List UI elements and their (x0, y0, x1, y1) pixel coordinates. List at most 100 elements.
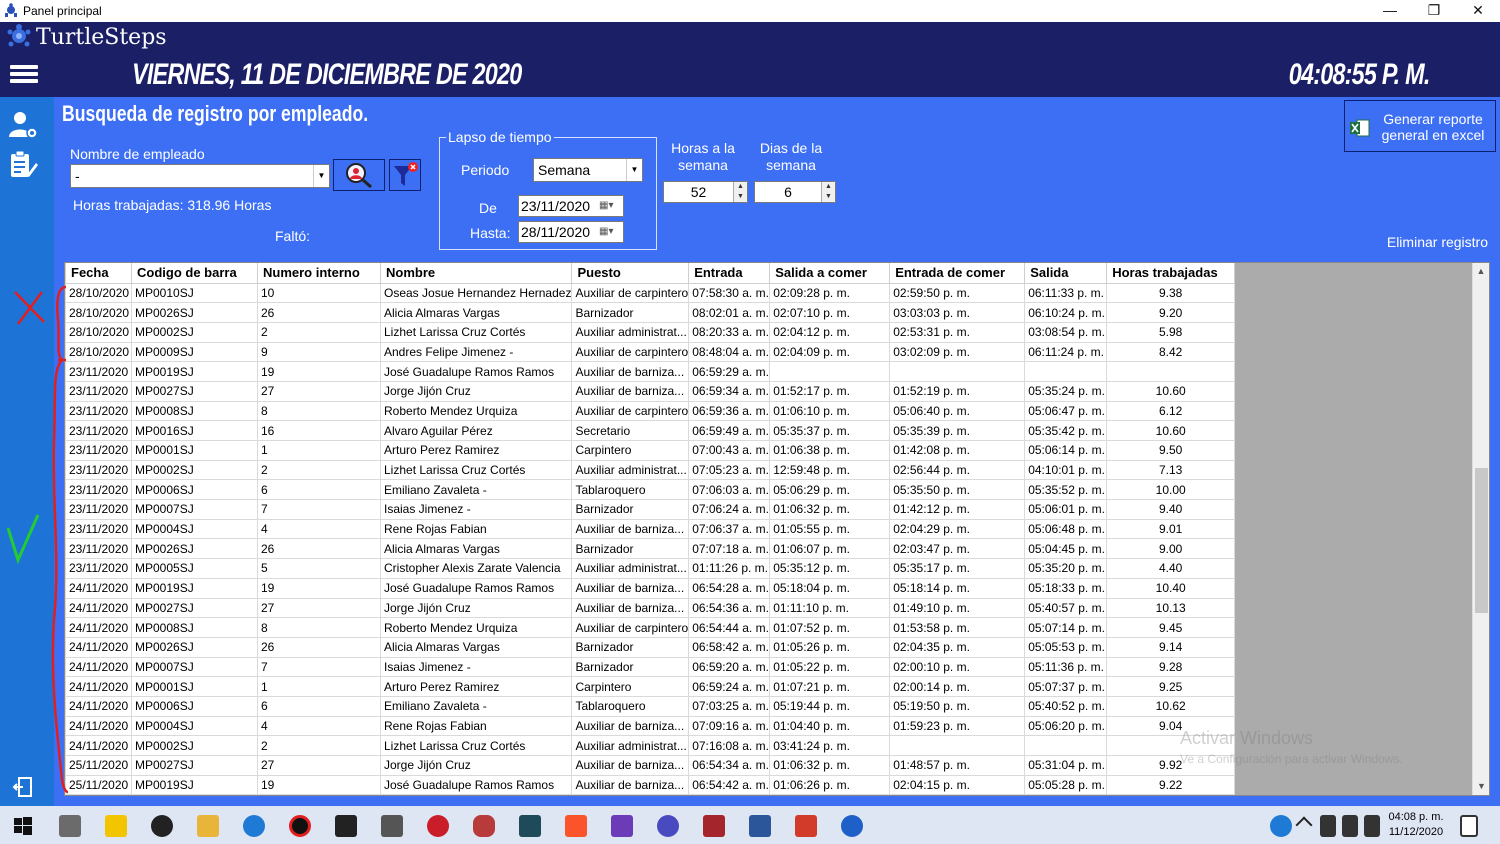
table-row[interactable]: 24/11/2020 MP0026SJ 26 Alicia Almaras Varga… (65, 636, 1236, 658)
table-row[interactable]: 24/11/2020 MP0027SJ 27 Jorge Jijón Cruz Auxi… (65, 597, 1236, 619)
hamburger-menu-icon[interactable] (10, 65, 38, 87)
table-row[interactable]: 23/11/2020 MP0008SJ 8 Roberto Mendez Urquiz… (65, 400, 1236, 422)
table-row[interactable]: 23/11/2020 MP0016SJ 16 Alvaro Aguilar Pérez… (65, 420, 1236, 441)
browser-icon[interactable] (243, 815, 265, 837)
vertical-scrollbar[interactable]: ▲ ▼ (1472, 263, 1489, 795)
column-header[interactable]: Codigo de barra (131, 263, 258, 284)
delete-record-link[interactable]: Eliminar registro (1387, 234, 1488, 250)
column-header[interactable]: Fecha (65, 263, 132, 284)
table-row[interactable]: 23/11/2020 MP0002SJ 2 Lizhet Larissa Cruz C… (65, 459, 1236, 481)
clear-filter-button[interactable] (389, 159, 421, 191)
search-employee-button[interactable] (333, 159, 385, 191)
scroll-down-icon[interactable]: ▼ (1473, 778, 1489, 795)
table-row[interactable]: 28/10/2020 MP0002SJ 2 Lizhet Larissa Cruz C… (65, 321, 1236, 343)
column-header[interactable]: Salida a comer (769, 263, 891, 284)
column-header[interactable]: Entrada (688, 263, 771, 284)
infinity-app-icon[interactable] (657, 815, 679, 837)
scroll-thumb[interactable] (1475, 468, 1488, 613)
spin-up-icon[interactable]: ▲ (734, 182, 747, 192)
minimize-button[interactable]: — (1368, 0, 1412, 22)
visual-studio-code-icon[interactable] (381, 815, 403, 837)
access-icon[interactable] (703, 815, 725, 837)
battery-icon[interactable] (1342, 815, 1358, 837)
github-icon[interactable] (151, 815, 173, 837)
turtlesteps-taskbar-icon[interactable] (841, 815, 863, 837)
volume-icon[interactable] (1364, 815, 1380, 837)
table-cell: Barnizador (571, 302, 690, 323)
file-explorer-icon[interactable] (197, 815, 219, 837)
table-row[interactable]: 23/11/2020 MP0004SJ 4 Rene Rojas Fabian Auxi… (65, 518, 1236, 540)
table-row[interactable]: 23/11/2020 MP0007SJ 7 Isaias Jimenez - Barni… (65, 499, 1236, 520)
column-header[interactable]: Puesto (571, 263, 690, 284)
table-cell: 05:06:29 p. m. (769, 479, 891, 501)
turtle-logo-icon (7, 24, 31, 47)
table-row[interactable]: 23/11/2020 MP0026SJ 26 Alicia Almaras Varga… (65, 538, 1236, 560)
word-icon[interactable] (749, 815, 771, 837)
column-header[interactable]: Numero interno (257, 263, 381, 284)
to-date-picker[interactable]: 28/11/2020 ▦▾ (518, 221, 624, 243)
logout-icon[interactable] (12, 776, 34, 798)
period-select[interactable]: Semana ▼ (533, 158, 643, 182)
employee-select[interactable]: - ▼ (70, 164, 330, 188)
maximize-button[interactable]: ❐ (1412, 0, 1456, 22)
table-cell: Cristopher Alexis Zarate Valencia (379, 558, 573, 579)
table-cell: Barnizador (571, 499, 690, 520)
table-row[interactable]: 28/10/2020 MP0026SJ 26 Alicia Almaras Varga… (65, 302, 1236, 323)
column-header[interactable]: Nombre (379, 263, 573, 284)
windows-start-icon[interactable] (12, 815, 34, 837)
table-cell: 05:07:14 p. m. (1024, 617, 1108, 638)
table-row[interactable]: 23/11/2020 MP0027SJ 27 Jorge Jijón Cruz Auxi… (65, 380, 1236, 402)
opera-icon[interactable] (427, 815, 449, 837)
task-view-icon[interactable] (59, 815, 81, 837)
user-settings-icon[interactable] (7, 109, 39, 141)
table-row[interactable]: 24/11/2020 MP0019SJ 19 José Guadalupe Ramos… (65, 577, 1236, 599)
close-button[interactable]: ✕ (1456, 0, 1500, 22)
wifi-icon[interactable] (1320, 815, 1336, 837)
table-cell: 26 (257, 302, 381, 323)
taskbar-clock[interactable]: 04:08 p. m. 11/12/2020 (1386, 810, 1446, 840)
notifications-icon[interactable] (1460, 815, 1478, 837)
terminal-icon[interactable] (335, 815, 357, 837)
days-week-spinner[interactable]: 6 ▲ ▼ (754, 181, 836, 203)
table-row[interactable]: 28/10/2020 MP0009SJ 9 Andres Felipe Jimenez… (65, 341, 1236, 363)
spin-down-icon[interactable]: ▼ (822, 192, 835, 202)
table-row[interactable]: 25/11/2020 MP0027SJ 27 Jorge Jijón Cruz Auxi… (65, 755, 1236, 776)
sticky-notes-icon[interactable] (105, 815, 127, 837)
spin-down-icon[interactable]: ▼ (734, 192, 747, 202)
record-icon[interactable] (289, 815, 311, 837)
report-edit-icon[interactable] (7, 149, 39, 181)
table-row[interactable]: 23/11/2020 MP0006SJ 6 Emiliano Zavaleta - Ta… (65, 479, 1236, 501)
visual-studio-icon[interactable] (611, 815, 633, 837)
table-row[interactable]: 24/11/2020 MP0007SJ 7 Isaias Jimenez - Barni… (65, 656, 1236, 678)
hours-week-spinner[interactable]: 52 ▲ ▼ (663, 181, 748, 203)
table-cell: MP0001SJ (131, 440, 258, 461)
table-row[interactable]: 24/11/2020 MP0006SJ 6 Emiliano Zavaleta - Ta… (65, 695, 1236, 717)
hours-week-label: Horas a la semana (671, 140, 735, 173)
export-excel-button[interactable]: Generar reporte general en excel (1344, 100, 1496, 152)
column-header[interactable]: Horas trabajadas (1106, 263, 1236, 284)
azure-data-studio-icon[interactable] (519, 815, 541, 837)
table-row[interactable]: 23/11/2020 MP0005SJ 5 Cristopher Alexis Zar… (65, 558, 1236, 579)
table-row[interactable]: 25/11/2020 MP0019SJ 19 José Guadalupe Ramos… (65, 774, 1236, 795)
help-icon[interactable] (1270, 815, 1292, 837)
table-row[interactable]: 24/11/2020 MP0008SJ 8 Roberto Mendez Urquiz… (65, 617, 1236, 638)
table-row[interactable]: 24/11/2020 MP0004SJ 4 Rene Rojas Fabian Auxi… (65, 715, 1236, 737)
chevron-up-icon[interactable] (1295, 816, 1313, 834)
table-cell: MP0006SJ (131, 479, 258, 501)
column-header[interactable]: Entrada de comer (889, 263, 1026, 284)
table-cell: 6 (257, 479, 381, 501)
table-row[interactable]: 24/11/2020 MP0002SJ 2 Lizhet Larissa Cruz C… (65, 735, 1236, 756)
table-row[interactable]: 28/10/2020 MP0010SJ 10 Oseas Josue Hernande… (65, 282, 1236, 304)
from-date-picker[interactable]: 23/11/2020 ▦▾ (518, 195, 624, 217)
mysql-icon[interactable] (473, 815, 495, 837)
scroll-up-icon[interactable]: ▲ (1473, 263, 1489, 280)
table-row[interactable]: 24/11/2020 MP0001SJ 1 Arturo Perez Ramirez C… (65, 676, 1236, 697)
brave-icon[interactable] (565, 815, 587, 837)
table-cell: 9.28 (1106, 656, 1236, 678)
table-row[interactable]: 23/11/2020 MP0019SJ 19 José Guadalupe Ramos… (65, 361, 1236, 382)
paint-app-icon[interactable] (795, 815, 817, 837)
records-grid[interactable]: Fecha Codigo de barra Numero interno Nombre… (64, 262, 1490, 796)
spin-up-icon[interactable]: ▲ (822, 182, 835, 192)
table-row[interactable]: 23/11/2020 MP0001SJ 1 Arturo Perez Ramirez C… (65, 440, 1236, 461)
column-header[interactable]: Salida (1024, 263, 1108, 284)
